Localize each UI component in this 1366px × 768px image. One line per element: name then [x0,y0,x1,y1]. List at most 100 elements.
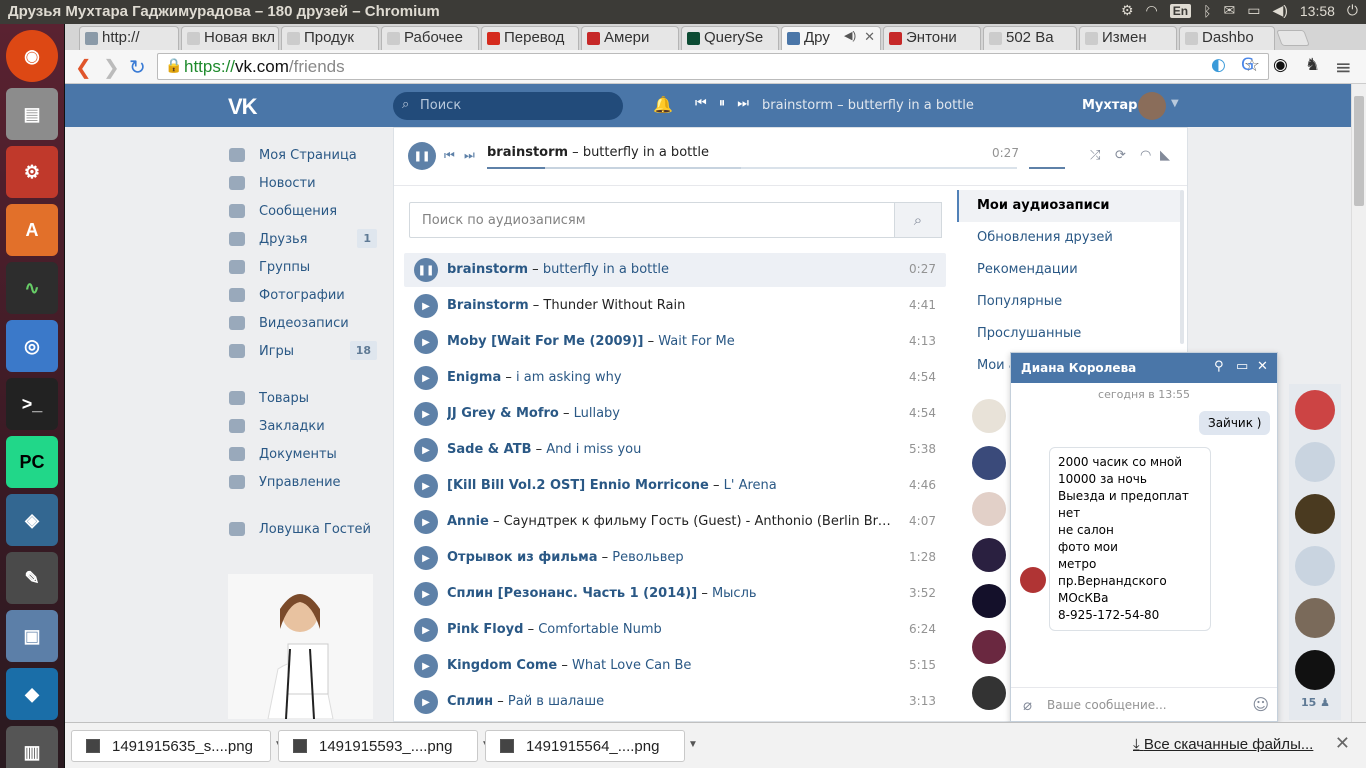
extension-icon[interactable]: ◐ [1211,55,1226,75]
volume-icon[interactable]: ◀) [1272,2,1287,19]
track-row[interactable]: ▶ Kingdom Come – What Love Can Be 5:15 [404,649,946,683]
contact-avatar[interactable] [1295,390,1335,430]
emoji-icon[interactable]: ☺ [1252,695,1269,714]
audio-menu-recommendations[interactable]: Рекомендации [957,254,1181,286]
chevron-down-icon[interactable]: ▼ [1171,98,1179,109]
friend-avatar[interactable] [972,446,1006,480]
download-item[interactable]: 1491915593_....png▼ [278,730,491,762]
play-icon[interactable]: ▶ [414,582,438,606]
track-title[interactable]: Мысль [712,586,757,601]
track-row[interactable]: ▶ Sade & ATB – And i miss you 5:38 [404,433,946,467]
nav-item-my-page[interactable]: Моя Страница [225,143,377,167]
track-artist[interactable]: Сплин [447,694,493,709]
paint-icon[interactable]: ✎ [6,552,58,604]
track-title[interactable]: Саундтрек к фильму Гость (Guest) - Antho… [504,514,897,529]
new-tab-button[interactable] [1276,30,1310,46]
pgadmin-icon[interactable]: ◈ [6,494,58,546]
advertisement-image[interactable] [228,574,373,720]
prev-track-icon[interactable]: ⏮ [695,96,707,111]
nav-item-manage[interactable]: Управление [225,470,377,494]
track-artist[interactable]: Отрывок из фильма [447,550,598,565]
browser-tab[interactable]: Dashbo [1179,26,1275,50]
track-artist[interactable]: Сплин [Резонанс. Часть 1 (2014)] [447,586,697,601]
nav-item-photos[interactable]: Фотографии [225,283,377,307]
track-row[interactable]: ▶ Brainstorm – Thunder Without Rain 4:41 [404,289,946,323]
repeat-icon[interactable]: ⟳ [1115,148,1126,163]
chromium-icon[interactable]: ◎ [6,320,58,372]
track-title[interactable]: i am asking why [516,370,622,385]
track-artist[interactable]: Kingdom Come [447,658,557,673]
track-row[interactable]: ▶ Отрывок из фильма – Револьвер 1:28 [404,541,946,575]
address-bar[interactable]: 🔒 https://vk.com/friends ☆ [157,53,1269,80]
track-title[interactable]: Рай в шалаше [508,694,604,709]
broadcast-icon[interactable]: ◣ [1160,148,1170,163]
nav-item-goods[interactable]: Товары [225,386,377,410]
play-icon[interactable]: ▶ [414,330,438,354]
scrollbar-thumb[interactable] [1354,96,1364,206]
eye-icon[interactable]: ◉ [1273,55,1288,75]
track-title[interactable]: L' Arena [724,478,777,493]
track-row[interactable]: ▶ Сплин – Рай в шалаше 3:13 [404,685,946,719]
bluetooth-icon[interactable]: ᛒ [1203,3,1211,19]
contact-avatar[interactable] [1295,546,1335,586]
all-downloads-link[interactable]: ⤓ Все скачанные файлы... [1133,736,1313,753]
volume-slider[interactable] [1029,167,1065,169]
friend-avatar[interactable] [972,399,1006,433]
contacts-count[interactable]: 15 ♟ [1301,696,1330,709]
download-item[interactable]: 1491915635_s....png▼ [71,730,284,762]
track-title[interactable]: Wait For Me [658,334,735,349]
friend-avatar[interactable] [972,630,1006,664]
audio-menu-popular[interactable]: Популярные [957,286,1181,318]
track-artist[interactable]: brainstorm [447,262,528,277]
browser-tab[interactable]: http:// [79,26,179,50]
contact-avatar[interactable] [1295,598,1335,638]
nav-item-bookmarks[interactable]: Закладки [225,414,377,438]
system-settings-icon[interactable]: ⚙ [6,146,58,198]
vk-search-input[interactable]: ⌕ Поиск [393,92,623,120]
track-artist[interactable]: Sade & ATB [447,442,531,457]
audio-menu-friends-updates[interactable]: Обновления друзей [957,222,1181,254]
nav-item-games[interactable]: Игры 18 [225,339,377,363]
track-title[interactable]: Lullaby [574,406,620,421]
audio-search-input[interactable]: Поиск по аудиозаписям [409,202,942,238]
contact-avatar[interactable] [1295,650,1335,690]
friend-avatar[interactable] [972,584,1006,618]
software-center-icon[interactable]: A [6,204,58,256]
power-icon[interactable]: ⏻ [1347,2,1358,19]
friend-avatar[interactable] [972,492,1006,526]
menu-icon[interactable]: ≡ [1335,55,1352,79]
nav-item-friends[interactable]: Друзья 1 [225,227,377,251]
track-title[interactable]: butterfly in a bottle [543,262,669,277]
download-item[interactable]: 1491915564_....png ▼ [485,730,698,762]
browser-tab[interactable]: Рабочее [381,26,479,50]
close-tab-icon[interactable]: ✕ [864,29,875,45]
track-title[interactable]: And i miss you [546,442,641,457]
wifi-icon[interactable]: ◠ [1146,2,1158,19]
track-row[interactable]: ▶ JJ Grey & Mofro – Lullaby 4:54 [404,397,946,431]
vk-logo[interactable]: VK [228,94,258,120]
headphones-icon[interactable]: ◠ [1140,148,1151,163]
nav-item-videos[interactable]: Видеозаписи [225,311,377,335]
track-artist[interactable]: [Kill Bill Vol.2 OST] Ennio Morricone [447,478,709,493]
play-icon[interactable]: ▶ [414,690,438,714]
translate-icon[interactable]: G [1241,55,1254,75]
play-icon[interactable]: ▶ [414,402,438,426]
chat-message-input[interactable]: ⌀ Ваше сообщение... ☺ [1011,687,1277,721]
close-icon[interactable]: ✕ [1257,359,1268,374]
page-scrollbar[interactable] [1351,84,1366,722]
browser-tab[interactable]: Измен [1079,26,1177,50]
browser-tab[interactable]: QuerySe [681,26,779,50]
battery-icon[interactable]: ▭ [1247,2,1260,19]
shuffle-icon[interactable]: ⤮ [1090,148,1100,163]
play-icon[interactable]: ▶ [414,474,438,498]
pin-icon[interactable]: ⚲ [1214,359,1224,374]
browser-tab[interactable]: Новая вкл [181,26,279,50]
track-artist[interactable]: JJ Grey & Mofro [447,406,559,421]
forward-icon[interactable]: ❯ [103,55,120,79]
ubuntu-dash-icon[interactable]: ◉ [6,30,58,82]
track-row[interactable]: ▶ Сплин [Резонанс. Часть 1 (2014)] – Мысл… [404,577,946,611]
browser-tab[interactable]: Амери [581,26,679,50]
maximize-icon[interactable]: ▭ [1236,359,1248,374]
nav-item-documents[interactable]: Документы [225,442,377,466]
track-title[interactable]: Револьвер [612,550,683,565]
